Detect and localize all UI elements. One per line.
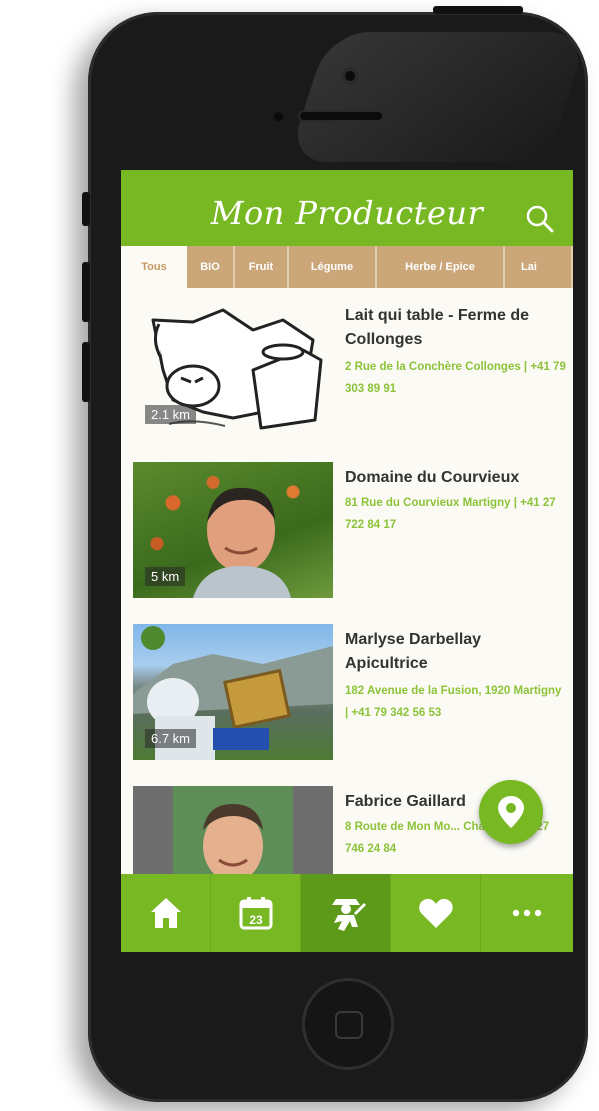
category-tabs: Tous BIO Fruit Légume Herbe / Epice Lai: [121, 246, 573, 288]
power-button: [433, 6, 523, 14]
nav-calendar[interactable]: 23: [211, 874, 301, 952]
nav-more[interactable]: [481, 874, 573, 952]
producer-address: 81 Rue du Courvieux Martigny | +41 27 72…: [345, 497, 556, 531]
distance-badge: 5 km: [145, 567, 186, 586]
distance-badge: 2.1 km: [145, 405, 197, 424]
producer-image: 5 km: [133, 462, 333, 598]
glare: [286, 32, 590, 162]
list-item[interactable]: 5 km Domaine du Courvieux 81 Rue du Cour…: [121, 450, 573, 600]
list-item[interactable]: 2.1 km Lait qui table - Ferme de Collong…: [121, 288, 573, 438]
app-title: Mon Producteur: [210, 194, 484, 232]
tab-fruit[interactable]: Fruit: [235, 246, 289, 288]
nav-favorites[interactable]: [391, 874, 481, 952]
calendar-icon: 23: [239, 897, 272, 930]
tab-herbe-epice[interactable]: Herbe / Epice: [377, 246, 505, 288]
producer-name: Marlyse Darbellay Apicultrice: [345, 631, 482, 672]
producer-address: 182 Avenue de la Fusion, 1920 Martigny |…: [345, 685, 562, 719]
app-header: Mon Producteur: [121, 170, 573, 246]
producer-name: Lait qui table - Ferme de Collonges: [345, 307, 530, 348]
tab-legume[interactable]: Légume: [289, 246, 377, 288]
more-icon: [512, 909, 542, 917]
list-item[interactable]: 6.7 km Marlyse Darbellay Apicultrice 182…: [121, 612, 573, 762]
producer-image: 2.1 km: [133, 300, 333, 436]
volume-up-button: [82, 262, 90, 322]
nav-home[interactable]: [121, 874, 211, 952]
map-pin-icon: [498, 796, 524, 828]
mute-switch: [82, 192, 90, 226]
tab-tous[interactable]: Tous: [121, 246, 187, 288]
bottom-navigation: 23: [121, 874, 573, 952]
home-icon: [150, 898, 181, 928]
calendar-day: 23: [249, 913, 263, 927]
map-button[interactable]: [479, 780, 543, 844]
volume-down-button: [82, 342, 90, 402]
sensor: [274, 112, 283, 121]
producer-icon: [331, 899, 366, 931]
app-screen: Mon Producteur Tous BIO Fruit Légume Her…: [121, 170, 573, 952]
home-hardware-button[interactable]: [302, 978, 394, 1070]
earpiece-speaker: [298, 110, 384, 122]
producer-image: 6.7 km: [133, 624, 333, 760]
heart-icon: [418, 898, 453, 928]
tab-lait[interactable]: Lai: [505, 246, 573, 288]
tab-bio[interactable]: BIO: [187, 246, 235, 288]
distance-badge: 6.7 km: [145, 729, 197, 748]
search-icon[interactable]: [525, 204, 555, 234]
producer-address: 2 Rue de la Conchère Collonges | +41 79 …: [345, 361, 566, 395]
front-camera: [342, 68, 358, 84]
producer-name: Domaine du Courvieux: [345, 469, 520, 486]
nav-producers[interactable]: [301, 874, 391, 952]
